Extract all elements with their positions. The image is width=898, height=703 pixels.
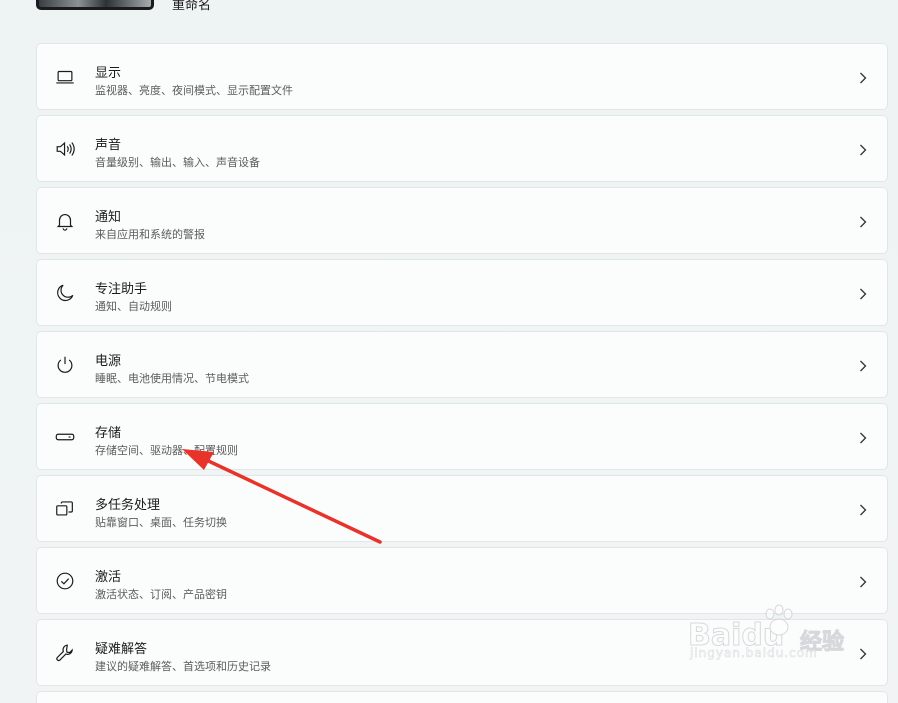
settings-item-title: 激活 bbox=[95, 570, 122, 585]
settings-item-desc: 贴靠窗口、桌面、任务切换 bbox=[95, 516, 227, 529]
settings-item-title: 存储 bbox=[95, 426, 122, 441]
settings-item-desc: 建议的疑难解答、首选项和历史记录 bbox=[95, 660, 271, 673]
settings-item-focus-assist[interactable]: 专注助手 通知、自动规则 bbox=[36, 259, 888, 326]
chevron-right-icon bbox=[857, 70, 869, 84]
settings-item-storage[interactable]: 存储 存储空间、驱动器、配置规则 bbox=[36, 403, 888, 470]
settings-item-title: 显示 bbox=[95, 66, 122, 81]
settings-item-title: 专注助手 bbox=[95, 282, 148, 297]
settings-item-display[interactable]: 显示 监视器、亮度、夜间模式、显示配置文件 bbox=[36, 43, 888, 110]
settings-item-sound[interactable]: 声音 音量级别、输出、输入、声音设备 bbox=[36, 115, 888, 182]
settings-item-notifications[interactable]: 通知 来自应用和系统的警报 bbox=[36, 187, 888, 254]
speaker-icon bbox=[53, 138, 77, 160]
settings-item-power[interactable]: 电源 睡眠、电池使用情况、节电模式 bbox=[36, 331, 888, 398]
settings-item-title: 声音 bbox=[95, 138, 122, 153]
settings-item-desc: 监视器、亮度、夜间模式、显示配置文件 bbox=[95, 84, 293, 97]
chevron-right-icon bbox=[857, 142, 869, 156]
settings-page: 重命名 显示 监视器、亮度、夜间模式、显示配置文件 声音 音量级别、输出、输入、… bbox=[0, 0, 898, 703]
settings-item-title: 通知 bbox=[95, 210, 122, 225]
bell-icon bbox=[53, 210, 77, 232]
windows-stack-icon bbox=[53, 498, 77, 520]
settings-item-desc: 激活状态、订阅、产品密钥 bbox=[95, 588, 227, 601]
settings-item-desc: 通知、自动规则 bbox=[95, 300, 172, 313]
chevron-right-icon bbox=[857, 502, 869, 516]
device-header: 重命名 bbox=[0, 0, 898, 40]
paw-icon bbox=[765, 604, 793, 636]
settings-item-desc: 存储空间、驱动器、配置规则 bbox=[95, 444, 238, 457]
chevron-right-icon bbox=[857, 358, 869, 372]
chevron-right-icon bbox=[857, 214, 869, 228]
monitor-icon bbox=[53, 66, 77, 88]
check-circle-icon bbox=[53, 570, 77, 592]
rename-link[interactable]: 重命名 bbox=[172, 0, 211, 13]
drive-icon bbox=[53, 426, 77, 448]
settings-item-title: 疑难解答 bbox=[95, 642, 148, 657]
settings-item-title: 多任务处理 bbox=[95, 498, 161, 513]
settings-item-desc: 来自应用和系统的警报 bbox=[95, 228, 205, 241]
watermark-url: jingyan.baidu.com bbox=[690, 646, 818, 661]
baidu-watermark: Baidu 经验 jingyan.baidu.com bbox=[687, 604, 888, 662]
settings-item-desc: 音量级别、输出、输入、声音设备 bbox=[95, 156, 260, 169]
chevron-right-icon bbox=[857, 430, 869, 444]
wrench-icon bbox=[53, 642, 77, 664]
device-thumbnail bbox=[36, 0, 154, 10]
settings-item-title: 电源 bbox=[95, 354, 122, 369]
moon-icon bbox=[53, 282, 77, 304]
power-icon bbox=[53, 354, 77, 376]
settings-item-partial[interactable] bbox=[36, 691, 888, 703]
settings-item-multitasking[interactable]: 多任务处理 贴靠窗口、桌面、任务切换 bbox=[36, 475, 888, 542]
settings-item-desc: 睡眠、电池使用情况、节电模式 bbox=[95, 372, 249, 385]
chevron-right-icon bbox=[857, 286, 869, 300]
chevron-right-icon bbox=[857, 574, 869, 588]
